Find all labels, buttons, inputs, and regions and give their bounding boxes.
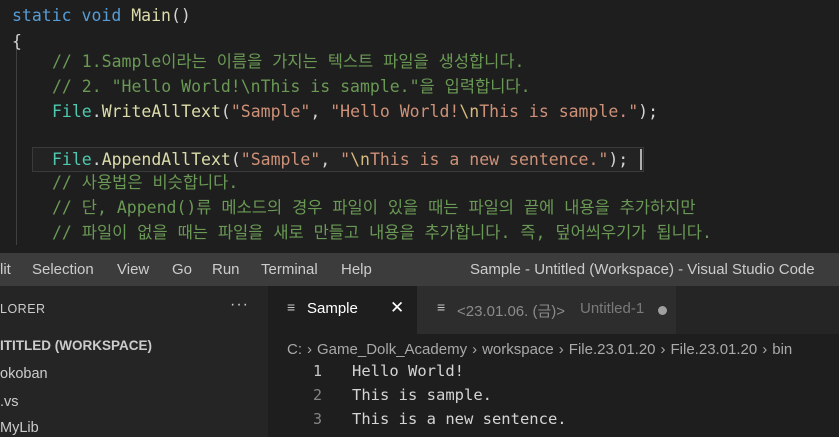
tab-label: Sample: [307, 300, 358, 317]
editor-tab-bar: ≡ Sample ✕ ≡ <23.01.06. (금)> Untitled-1: [268, 286, 839, 334]
line-number: 3: [312, 410, 322, 428]
menu-bar: lit Selection View Go Run Terminal Help …: [0, 253, 839, 286]
menu-terminal[interactable]: Terminal: [261, 253, 318, 286]
code-comment-4: // 단, Append()류 메소드의 경우 파일이 있을 때는 파일의 끝에…: [52, 198, 696, 217]
breadcrumb: C: › Game_Dolk_Academy › workspace › File.23.0…: [287, 341, 793, 358]
menu-run[interactable]: Run: [212, 253, 240, 286]
close-icon[interactable]: ✕: [390, 298, 404, 318]
explorer-sidebar: LORER ··· ITITLED (WORKSPACE) okoban .vs…: [0, 286, 268, 437]
tree-item-sokoban[interactable]: okoban: [0, 366, 48, 382]
breadcrumb-item[interactable]: bin: [772, 341, 792, 358]
code-comment-1: // 1.Sample이라는 이름을 가지는 텍스트 파일을 생성합니다.: [52, 52, 525, 71]
text-cursor: [640, 149, 642, 170]
more-actions-icon[interactable]: ···: [230, 296, 249, 314]
tree-item-mylib[interactable]: MyLib: [0, 420, 39, 436]
tab-label: <23.01.06. (금)>: [457, 303, 566, 320]
unsaved-dot-icon[interactable]: [658, 306, 667, 315]
menu-view[interactable]: View: [117, 253, 149, 286]
tab-description: Untitled-1: [580, 300, 645, 317]
code-comment-5: // 파일이 없을 때는 파일을 새로 만들고 내용을 추가합니다. 즉, 덮어…: [52, 223, 712, 242]
breadcrumb-item[interactable]: File.23.01.20: [671, 341, 758, 358]
menu-go[interactable]: Go: [172, 253, 192, 286]
line-number: 1: [312, 362, 322, 380]
breadcrumb-item[interactable]: Game_Dolk_Academy: [317, 341, 467, 358]
line-number: 2: [312, 386, 322, 404]
workspace-title[interactable]: ITITLED (WORKSPACE): [0, 338, 152, 353]
window-title: Sample - Untitled (Workspace) - Visual S…: [470, 261, 815, 278]
text-file-icon: ≡: [287, 299, 296, 315]
code-comment-2: // 2. "Hello World!\nThis is sample."을 입…: [52, 77, 531, 96]
editor-pane[interactable]: C: › Game_Dolk_Academy › workspace › File.23.0…: [268, 334, 839, 437]
menu-help[interactable]: Help: [341, 253, 372, 286]
menu-selection[interactable]: Selection: [32, 253, 94, 286]
menu-edit[interactable]: lit: [0, 253, 11, 286]
file-line[interactable]: Hello World!: [352, 362, 464, 380]
file-line[interactable]: This is a new sentence.: [352, 410, 567, 428]
breadcrumb-item[interactable]: workspace: [482, 341, 554, 358]
breadcrumb-item[interactable]: File.23.01.20: [569, 341, 656, 358]
code-comment-3: // 사용법은 비슷합니다.: [52, 173, 239, 192]
tab-sample[interactable]: ≡ Sample ✕: [268, 286, 417, 334]
indent-guide: [16, 48, 17, 245]
code-line-main: static void Main(): [12, 6, 191, 25]
file-line[interactable]: This is sample.: [352, 386, 492, 404]
tree-item-vs[interactable]: .vs: [0, 394, 19, 410]
code-editor-top[interactable]: static void Main() { // 1.Sample이라는 이름을 …: [0, 0, 839, 245]
code-line-brace: {: [12, 32, 22, 51]
explorer-header: LORER: [0, 302, 46, 316]
code-line-writealltext: File.WriteAllText("Sample", "Hello World…: [52, 102, 659, 121]
breadcrumb-item[interactable]: C:: [287, 341, 302, 358]
tab-untitled-1[interactable]: ≡ <23.01.06. (금)> Untitled-1: [417, 286, 676, 334]
code-line-appendalltext: File.AppendAllText("Sample", "\nThis is …: [52, 150, 629, 169]
text-file-icon: ≡: [437, 299, 446, 315]
